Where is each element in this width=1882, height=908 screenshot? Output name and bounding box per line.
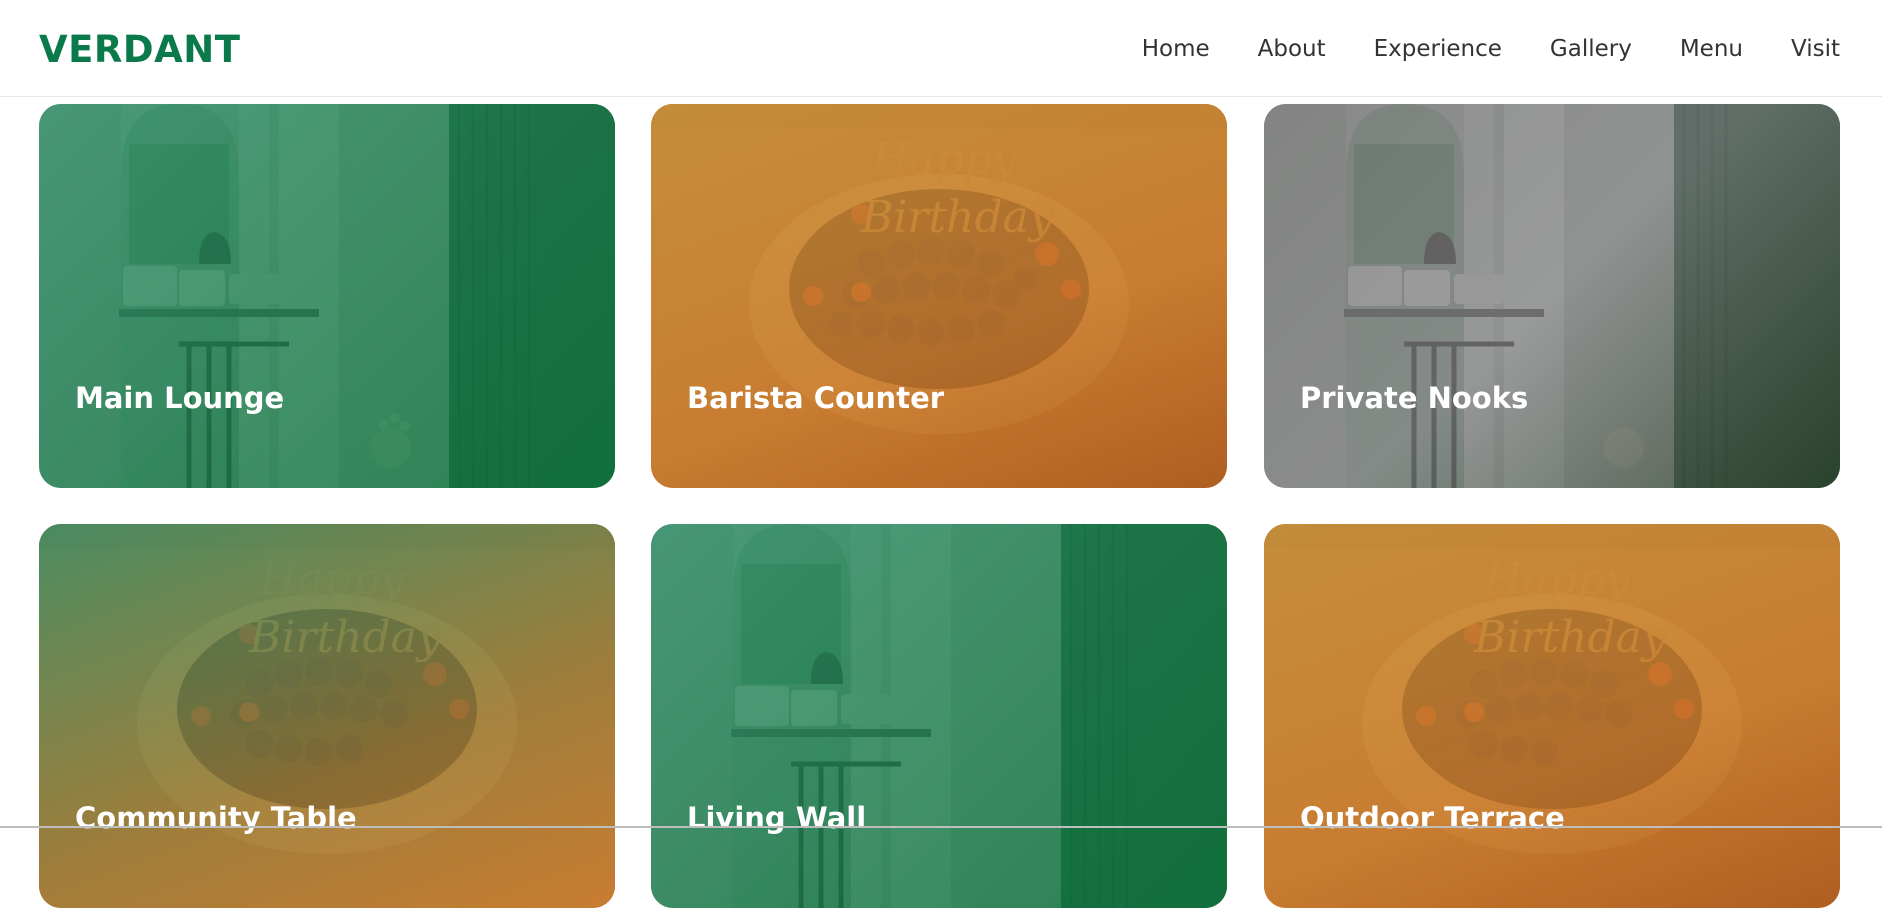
nav-gallery[interactable]: Gallery	[1550, 34, 1632, 64]
nav-experience[interactable]: Experience	[1374, 34, 1502, 64]
card-title: Living Wall	[687, 801, 867, 835]
nav-visit[interactable]: Visit	[1791, 34, 1840, 64]
card-title: Main Lounge	[75, 381, 285, 415]
card-title: Outdoor Terrace	[1300, 801, 1565, 835]
gallery-card-community-table[interactable]: Happy Birthday Community Table	[39, 524, 615, 908]
nav-menu[interactable]: Menu	[1680, 34, 1743, 64]
brand-logo[interactable]: VERDANT	[39, 28, 240, 72]
nav-about[interactable]: About	[1258, 34, 1326, 64]
gallery-card-main-lounge[interactable]: Main Lounge	[39, 104, 615, 488]
main-nav: Home About Experience Gallery Menu Visit	[1142, 34, 1840, 64]
card-tint-overlay	[651, 524, 1227, 908]
gallery-card-barista-counter[interactable]: Happy Birthday Barista Counter	[651, 104, 1227, 488]
nav-home[interactable]: Home	[1142, 34, 1210, 64]
card-tint-overlay	[1264, 104, 1840, 488]
gallery-card-living-wall[interactable]: Living Wall	[651, 524, 1227, 908]
card-title: Barista Counter	[687, 381, 945, 415]
site-header: VERDANT Home About Experience Gallery Me…	[0, 0, 1882, 97]
card-tint-overlay	[39, 104, 615, 488]
card-title: Private Nooks	[1300, 381, 1529, 415]
gallery-grid: Main Lounge Happy Birthday Bari	[0, 0, 1882, 908]
card-tint-overlay	[1264, 524, 1840, 908]
gallery-card-private-nooks[interactable]: Private Nooks	[1264, 104, 1840, 488]
card-tint-overlay	[39, 524, 615, 908]
card-title: Community Table	[75, 801, 357, 835]
gallery-card-outdoor-terrace[interactable]: Happy Birthday Outdoor Terrace	[1264, 524, 1840, 908]
card-tint-overlay	[651, 104, 1227, 488]
